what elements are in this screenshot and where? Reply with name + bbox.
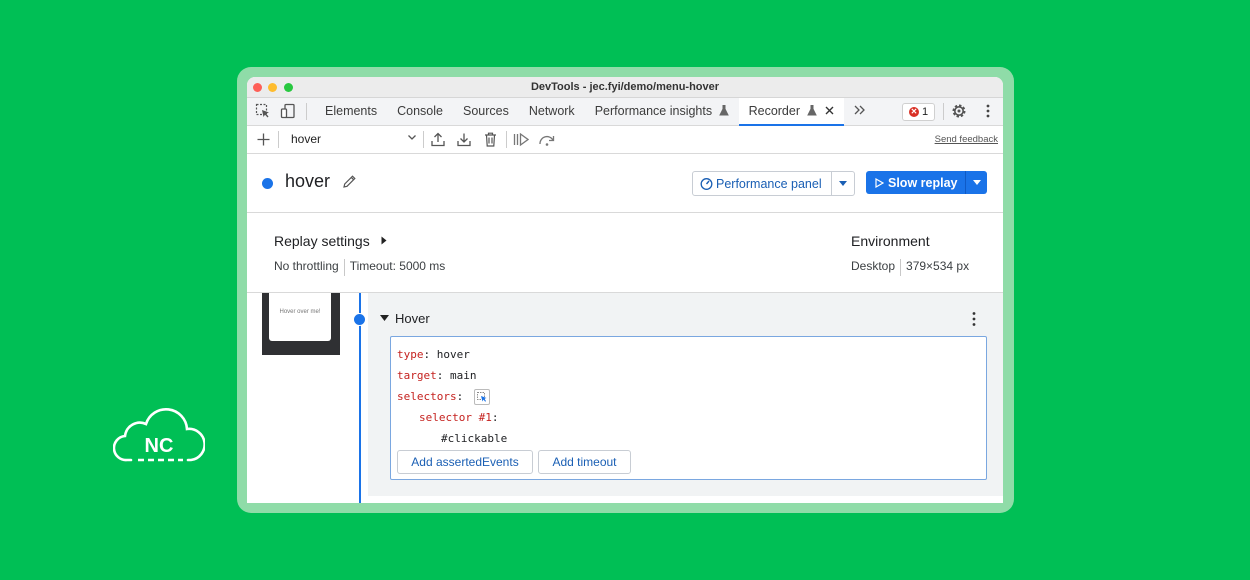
performance-panel-button[interactable]: Performance panel	[693, 172, 832, 195]
close-tab-icon[interactable]	[825, 106, 834, 115]
environment-title: Environment	[851, 233, 930, 249]
selector-1-value[interactable]: #clickable	[441, 432, 507, 445]
delete-trash-icon[interactable]	[484, 132, 497, 147]
inspect-element-icon[interactable]	[255, 103, 271, 119]
error-count: 1	[921, 106, 929, 118]
experiment-flask-icon	[806, 105, 817, 116]
logo-text: NC	[145, 435, 174, 457]
replay-step-icon[interactable]	[513, 132, 529, 147]
performance-panel-button-group: Performance panel	[692, 171, 855, 196]
performance-panel-label: Performance panel	[716, 176, 822, 191]
replay-speed-dropdown[interactable]	[966, 171, 987, 194]
tab-label: Elements	[325, 104, 378, 118]
panel-tabs: Elements Console Sources Network Perform…	[315, 98, 875, 126]
code-line-type: type: hover	[397, 348, 470, 361]
toolbar-divider	[306, 103, 307, 120]
error-icon: ✕	[908, 107, 919, 117]
edit-pencil-icon[interactable]	[342, 174, 357, 189]
recorder-toolbar: hover Send feedback	[247, 126, 1003, 154]
step-code-editor[interactable]: type: hover target: main selectors: sele…	[390, 336, 987, 480]
recording-title: hover	[285, 171, 331, 191]
create-recording-icon[interactable]	[257, 133, 270, 146]
recording-header: hover Performance panel Slow replay	[247, 154, 1003, 213]
type-value[interactable]: hover	[437, 348, 470, 361]
more-tabs-button[interactable]	[844, 98, 875, 125]
replay-settings-section: Replay settings No throttling Timeout: 5…	[247, 213, 1003, 293]
tab-label: Recorder	[748, 104, 801, 118]
experiment-flask-icon	[718, 105, 729, 116]
step-screenshot-thumbnail: Hover over me!	[262, 293, 340, 355]
selector-picker-icon	[477, 392, 487, 402]
target-value[interactable]: main	[450, 369, 477, 382]
title-bar: DevTools - jec.fyi/demo/menu-hover	[247, 77, 1003, 98]
step-title[interactable]: Hover	[395, 311, 430, 326]
selectors-key[interactable]: selectors	[397, 390, 457, 403]
device-toolbar-icon[interactable]	[280, 103, 296, 119]
send-feedback-link[interactable]: Send feedback	[935, 134, 998, 145]
tab-label: Network	[528, 104, 575, 118]
timeout-value: Timeout: 5000 ms	[349, 259, 446, 273]
tab-console[interactable]: Console	[387, 98, 453, 125]
tab-elements[interactable]: Elements	[315, 98, 387, 125]
environment-values: Desktop 379×534 px	[851, 259, 969, 276]
tab-performance-insights[interactable]: Performance insights	[585, 98, 739, 125]
settings-gear-icon[interactable]	[951, 103, 967, 119]
add-timeout-button[interactable]: Add timeout	[538, 450, 631, 474]
tab-label: Sources	[462, 104, 509, 118]
window-title: DevTools - jec.fyi/demo/menu-hover	[530, 81, 720, 93]
chevron-down-icon	[408, 135, 416, 140]
code-line-selector-1-value: #clickable	[441, 432, 507, 445]
nc-cloud-logo: NC	[113, 408, 205, 462]
chevron-double-right-icon	[854, 105, 865, 115]
export-icon[interactable]	[431, 132, 445, 147]
device-value: Desktop	[851, 259, 896, 273]
toolbar-divider	[423, 131, 424, 148]
throttling-value: No throttling	[274, 259, 339, 273]
performance-panel-dropdown[interactable]	[832, 172, 854, 195]
thumbnail-page: Hover over me!	[269, 293, 331, 341]
import-icon[interactable]	[457, 132, 471, 147]
code-line-selector-1: selector #1:	[419, 411, 499, 424]
type-key[interactable]: type	[397, 348, 424, 361]
recording-select-value: hover	[291, 132, 322, 146]
value-separator	[343, 259, 345, 276]
replay-settings-values: No throttling Timeout: 5000 ms	[274, 259, 445, 276]
replay-settings-toggle[interactable]: Replay settings	[274, 233, 370, 249]
value-separator	[900, 259, 902, 276]
toolbar-divider	[506, 131, 507, 148]
tab-label: Console	[397, 104, 443, 118]
select-element-button[interactable]	[474, 389, 490, 405]
caret-down-icon	[972, 180, 981, 185]
caret-down-icon	[839, 181, 847, 186]
error-count-badge[interactable]: ✕ 1	[902, 103, 935, 121]
selector-1-key[interactable]: selector #1	[419, 411, 492, 424]
toolbar-divider	[943, 103, 944, 120]
slow-replay-label: Slow replay	[888, 175, 958, 190]
code-line-selectors: selectors:	[397, 390, 464, 403]
tab-bar: Elements Console Sources Network Perform…	[247, 98, 1003, 126]
redo-replay-icon[interactable]	[538, 132, 557, 147]
slow-replay-button-group: Slow replay	[866, 171, 987, 194]
toolbar-divider	[278, 131, 279, 148]
tab-label: Performance insights	[594, 104, 713, 118]
play-icon	[875, 177, 884, 188]
caret-right-icon[interactable]	[381, 236, 387, 245]
slow-replay-button[interactable]: Slow replay	[866, 171, 966, 194]
recording-status-dot	[262, 178, 273, 189]
more-options-icon[interactable]	[980, 103, 996, 119]
steps-section: Hover over me! Hover type: hover target:…	[247, 293, 1003, 503]
tab-network[interactable]: Network	[519, 98, 585, 125]
tab-sources[interactable]: Sources	[453, 98, 519, 125]
code-line-target: target: main	[397, 369, 477, 382]
target-key[interactable]: target	[397, 369, 437, 382]
viewport-size-value: 379×534 px	[906, 259, 970, 273]
speedometer-icon	[700, 178, 713, 190]
step-timeline-dot	[353, 313, 366, 326]
add-asserted-events-button[interactable]: Add assertedEvents	[397, 450, 533, 474]
caret-down-icon[interactable]	[380, 315, 389, 321]
recording-select[interactable]: hover	[291, 131, 417, 147]
devtools-window: DevTools - jec.fyi/demo/menu-hover Eleme…	[247, 77, 1003, 503]
step-more-options-icon[interactable]	[971, 311, 977, 327]
tab-recorder[interactable]: Recorder	[738, 98, 845, 126]
